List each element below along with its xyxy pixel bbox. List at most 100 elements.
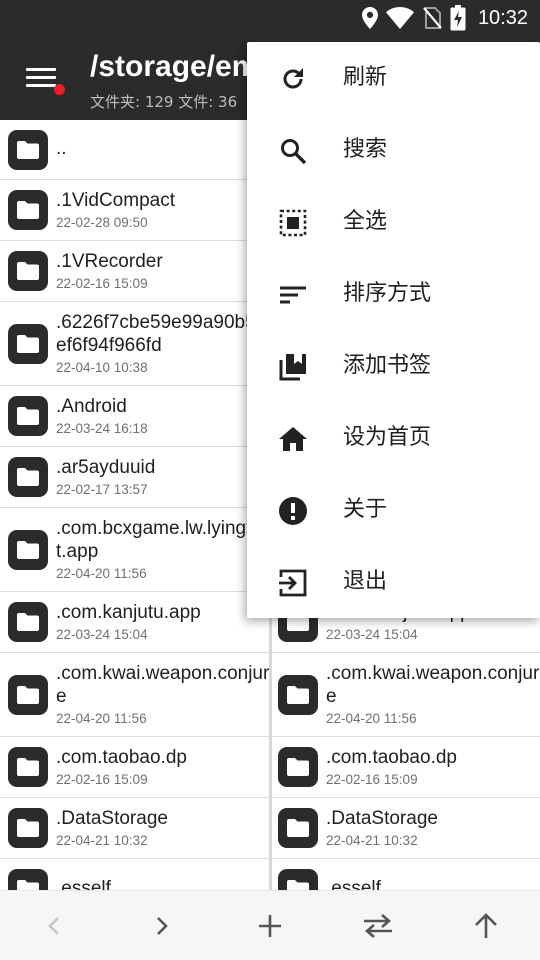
file-row[interactable]: .Android 22-03-24 16:18 <box>0 386 270 447</box>
bottom-navigation <box>0 890 540 960</box>
back-button[interactable] <box>0 891 108 960</box>
bookmark-add-icon <box>277 351 309 383</box>
file-row[interactable]: .ar5ayduuid 22-02-17 13:57 <box>0 447 270 508</box>
up-directory-button[interactable] <box>432 891 540 960</box>
file-text: .DataStorage 22-04-21 10:32 <box>56 807 168 850</box>
file-name: .6226f7cbe59e99a90b5cef6f94f966fd <box>56 311 266 356</box>
menu-label: 关于 <box>343 497 388 522</box>
file-text: .esself <box>326 877 381 891</box>
file-row[interactable]: .com.taobao.dp 22-02-16 15:09 <box>270 737 540 798</box>
file-text: .1VRecorder 22-02-16 15:09 <box>56 250 163 293</box>
file-row[interactable]: .com.kwai.weapon.conjure 22-04-20 11:56 <box>270 653 540 737</box>
file-row[interactable]: .1VRecorder 22-02-16 15:09 <box>0 241 270 302</box>
menu-label: 设为首页 <box>343 425 432 450</box>
menu-label: 排序方式 <box>343 281 432 306</box>
file-name: .com.bcxgame.lw.lyingflat.app <box>56 517 267 562</box>
file-text: .DataStorage 22-04-21 10:32 <box>326 807 438 850</box>
file-text: .com.kwai.weapon.conjure 22-04-20 11:56 <box>56 662 270 728</box>
menu-item-exit[interactable]: 退出 <box>247 546 540 618</box>
forward-icon <box>152 914 172 938</box>
file-text: .ar5ayduuid 22-02-17 13:57 <box>56 456 155 499</box>
menu-label: 退出 <box>343 569 388 594</box>
file-row[interactable]: .DataStorage 22-04-21 10:32 <box>270 798 540 859</box>
menu-item-about[interactable]: 关于 <box>247 474 540 546</box>
exit-icon <box>277 567 309 599</box>
file-date: 22-04-21 10:32 <box>56 832 148 848</box>
swap-panes-button[interactable] <box>324 891 432 960</box>
folder-icon <box>8 674 48 715</box>
file-row[interactable]: .com.kanjutu.app 22-03-24 15:04 <box>0 592 270 653</box>
menu-item-select-all[interactable]: 全选 <box>247 186 540 258</box>
file-row[interactable]: .com.taobao.dp 22-02-16 15:09 <box>0 737 270 798</box>
file-manager-screen: 10:32 /storage/emulated/0 文件夹: 129 文件: 3… <box>0 0 540 960</box>
file-date: 22-04-20 11:56 <box>56 710 147 726</box>
file-name: .esself <box>326 877 381 891</box>
file-row[interactable]: .esself <box>270 859 540 890</box>
menu-item-add-bookmark[interactable]: 添加书签 <box>247 330 540 402</box>
file-date: 22-02-16 15:09 <box>56 771 148 787</box>
file-text: .com.taobao.dp 22-02-16 15:09 <box>56 746 187 789</box>
folder-icon <box>8 251 48 291</box>
menu-item-search[interactable]: 搜索 <box>247 114 540 186</box>
file-row[interactable]: .esself <box>0 859 270 890</box>
file-date: 22-03-24 16:18 <box>56 420 148 436</box>
status-bar: 10:32 <box>0 0 540 36</box>
file-date: 22-02-16 15:09 <box>326 771 418 787</box>
file-row[interactable]: .. <box>0 120 270 180</box>
folder-file-counts: 文件夹: 129 文件: 36 <box>90 93 238 111</box>
file-text: .com.taobao.dp 22-02-16 15:09 <box>326 746 457 789</box>
folder-icon <box>8 747 48 787</box>
file-row[interactable]: .DataStorage 22-04-21 10:32 <box>0 798 270 859</box>
folder-icon <box>8 529 48 570</box>
home-icon <box>277 423 309 455</box>
status-icons: 10:32 <box>361 0 528 36</box>
file-name: .DataStorage <box>56 807 168 829</box>
file-text: .esself <box>56 877 111 891</box>
file-text: .. <box>56 137 67 162</box>
menu-label: 搜索 <box>343 137 388 162</box>
file-row[interactable]: .1VidCompact 22-02-28 09:50 <box>0 180 270 241</box>
menu-label: 全选 <box>343 209 388 234</box>
folder-icon <box>278 747 318 787</box>
file-row[interactable]: .6226f7cbe59e99a90b5cef6f94f966fd 22-04-1… <box>0 302 270 386</box>
menu-item-set-homepage[interactable]: 设为首页 <box>247 402 540 474</box>
folder-icon <box>8 129 48 170</box>
folder-icon <box>8 602 48 642</box>
folder-icon <box>8 808 48 848</box>
file-text: .com.bcxgame.lw.lyingflat.app 22-04-20 11… <box>56 517 270 583</box>
add-icon <box>257 913 283 939</box>
menu-label: 刷新 <box>343 65 388 90</box>
menu-item-sort[interactable]: 排序方式 <box>247 258 540 330</box>
left-file-list: .. .1VidCompact 22-02-28 09:50 .1VRecorder 2… <box>0 120 270 890</box>
left-file-pane[interactable]: .. .1VidCompact 22-02-28 09:50 .1VRecorder 2… <box>0 120 270 890</box>
file-row[interactable]: .com.kwai.weapon.conjure 22-04-20 11:56 <box>0 653 270 737</box>
notification-dot <box>54 84 65 95</box>
file-date: 22-04-21 10:32 <box>326 832 418 848</box>
file-text: .com.kanjutu.app 22-03-24 15:04 <box>56 601 201 644</box>
file-date: 22-04-20 11:56 <box>56 565 147 581</box>
folder-icon <box>8 323 48 364</box>
file-name: .DataStorage <box>326 807 438 829</box>
location-icon <box>361 7 378 29</box>
file-name: .com.taobao.dp <box>326 746 457 768</box>
navigation-menu-button[interactable] <box>22 60 65 100</box>
status-time: 10:32 <box>477 6 528 29</box>
file-text: .Android 22-03-24 16:18 <box>56 395 148 438</box>
file-date: 22-03-24 15:04 <box>56 626 148 642</box>
file-text: .6226f7cbe59e99a90b5cef6f94f966fd 22-04-1… <box>56 311 270 377</box>
folder-icon <box>8 457 48 497</box>
menu-item-refresh[interactable]: 刷新 <box>247 42 540 114</box>
file-row[interactable]: .com.bcxgame.lw.lyingflat.app 22-04-20 11… <box>0 508 270 592</box>
no-sim-icon <box>422 6 442 30</box>
add-button[interactable] <box>216 891 324 960</box>
wifi-icon <box>385 7 414 29</box>
file-date: 22-03-24 15:04 <box>326 626 418 642</box>
folder-icon <box>8 190 48 230</box>
folder-icon <box>8 869 48 890</box>
file-name: .com.kanjutu.app <box>56 601 201 623</box>
forward-button[interactable] <box>108 891 216 960</box>
file-name: .com.taobao.dp <box>56 746 187 768</box>
file-name: .1VidCompact <box>56 189 175 211</box>
folder-icon <box>278 869 318 890</box>
file-name: .. <box>56 138 67 159</box>
